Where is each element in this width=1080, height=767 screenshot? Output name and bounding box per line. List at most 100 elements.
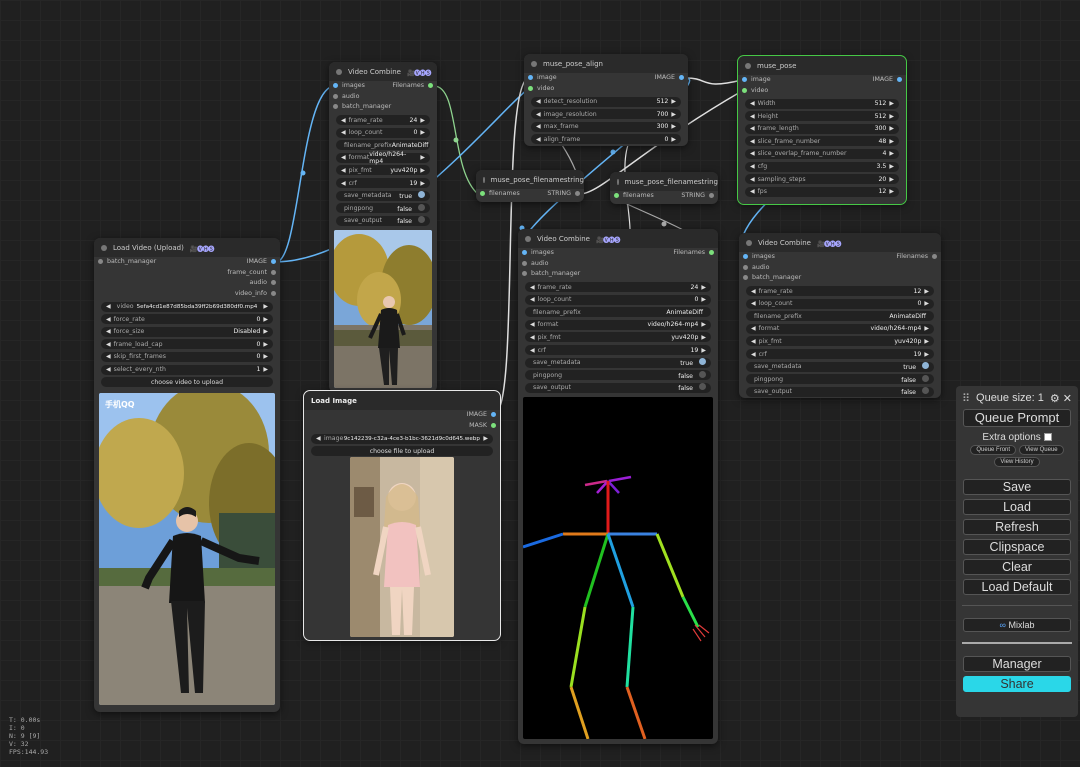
node-filenamestring-1[interactable]: muse_pose_filenamestring filenames STRING xyxy=(476,170,584,202)
mixlab-button[interactable]: ∞ Mixlab xyxy=(963,618,1071,632)
choose-file-upload-button[interactable]: choose file to upload xyxy=(311,446,493,457)
widget-crf[interactable]: ◀ crf 19 ▶ xyxy=(336,178,430,189)
drag-handle-icon[interactable]: ⠿ xyxy=(962,392,970,405)
widget-image[interactable]: ◀ image 9c142239-c32a-4ce3-b1bc-3621d9c0d6… xyxy=(311,433,493,444)
toggle-pingpong[interactable]: pingpong false xyxy=(525,370,711,381)
widget-frame-rate[interactable]: ◀ frame_rate 24 ▶ xyxy=(336,115,430,126)
widget-fps[interactable]: ◀ fps 12 ▶ xyxy=(745,186,899,197)
node-title-bar[interactable]: muse_pose xyxy=(738,56,906,75)
input-slot-image[interactable] xyxy=(528,75,533,80)
widget-skip-first-frames[interactable]: ◀ skip_first_frames 0 ▶ xyxy=(101,351,273,362)
widget-max-frame[interactable]: ◀ max_frame 300 ▶ xyxy=(531,121,681,132)
node-muse-pose-align[interactable]: muse_pose_align image IMAGE video ◀ detect… xyxy=(524,54,688,146)
collapse-dot-icon[interactable] xyxy=(483,176,485,183)
widget-frame-load-cap[interactable]: ◀ frame_load_cap 0 ▶ xyxy=(101,339,273,350)
widget-force-rate[interactable]: ◀ force_rate 0 ▶ xyxy=(101,314,273,325)
widget-format[interactable]: ◀ format video/h264-mp4 ▶ xyxy=(746,323,934,334)
node-filenamestring-2[interactable]: muse_pose_filenamestring filenames STRING xyxy=(610,172,718,204)
toggle-pingpong[interactable]: pingpong false xyxy=(336,203,430,214)
view-queue-button[interactable]: View Queue xyxy=(1019,445,1064,455)
node-load-video[interactable]: Load Video (Upload) 🎥🅥🅗🅢 batch_manager IM… xyxy=(94,238,280,712)
widget-sampling-steps[interactable]: ◀ sampling_steps 20 ▶ xyxy=(745,174,899,185)
input-slot-video[interactable] xyxy=(528,85,533,91)
input-slot-batch-manager[interactable] xyxy=(98,259,103,264)
widget-frame-rate[interactable]: ◀ frame_rate 12 ▶ xyxy=(746,286,934,297)
manager-button[interactable]: Manager xyxy=(963,656,1071,672)
node-load-image[interactable]: Load Image IMAGE MASK ◀ image 9c142239-c32… xyxy=(303,390,501,641)
widget-loop-count[interactable]: ◀ loop_count 0 ▶ xyxy=(746,298,934,309)
collapse-dot-icon[interactable] xyxy=(531,60,537,67)
output-slot-image[interactable] xyxy=(271,259,276,264)
settings-gear-icon[interactable]: ⚙ xyxy=(1050,393,1060,405)
input-slot-batch-manager[interactable] xyxy=(522,271,527,276)
toggle-save-metadata[interactable]: save_metadata true xyxy=(746,361,934,372)
output-slot-audio[interactable] xyxy=(271,280,276,285)
widget-pix-fmt[interactable]: ◀ pix_fmt yuv420p ▶ xyxy=(525,332,711,343)
widget-loop-count[interactable]: ◀ loop_count 0 ▶ xyxy=(336,127,430,138)
input-slot-image[interactable] xyxy=(742,77,747,82)
input-slot-audio[interactable] xyxy=(333,93,338,99)
clear-button[interactable]: Clear xyxy=(963,559,1071,575)
extra-options-checkbox[interactable] xyxy=(1043,433,1052,442)
collapse-dot-icon[interactable] xyxy=(617,178,619,185)
node-title-bar[interactable]: muse_pose_align xyxy=(524,54,688,73)
output-slot-filenames[interactable] xyxy=(428,83,433,88)
output-slot-video-info[interactable] xyxy=(271,290,276,296)
refresh-button[interactable]: Refresh xyxy=(963,519,1071,535)
output-slot-image[interactable] xyxy=(491,412,496,417)
toggle-save-metadata[interactable]: save_metadata true xyxy=(525,357,711,368)
node-title-bar[interactable]: Video Combine 🎥🅥🅗🅢 xyxy=(739,233,941,252)
widget-force-size[interactable]: ◀ force_size Disabled ▶ xyxy=(101,326,273,337)
share-button[interactable]: Share xyxy=(963,676,1071,692)
input-slot-batch-manager[interactable] xyxy=(743,275,748,280)
widget-filename-prefix[interactable]: filename_prefix AnimateDiff xyxy=(336,140,430,151)
widget-format[interactable]: ◀ format video/h264-mp4 ▶ xyxy=(336,151,430,165)
node-title-bar[interactable]: Video Combine 🎥🅥🅗🅢 xyxy=(518,229,718,248)
widget-filename-prefix[interactable]: filename_prefix AnimateDiff xyxy=(746,311,934,322)
widget-video[interactable]: ◀ video 5efa4cd1e87d85bda39ff2b69d380df0.m… xyxy=(101,301,273,312)
collapse-dot-icon[interactable] xyxy=(746,239,752,246)
widget-slice-frame-number[interactable]: ◀ slice_frame_number 48 ▶ xyxy=(745,136,899,147)
output-slot-string[interactable] xyxy=(709,193,714,198)
node-title-bar[interactable]: Video Combine 🎥🅥🅗🅢 xyxy=(329,62,437,81)
widget-crf[interactable]: ◀ crf 19 ▶ xyxy=(525,345,711,356)
widget-cfg[interactable]: ◀ cfg 3.5 ▶ xyxy=(745,161,899,172)
toggle-save-output[interactable]: save_output false xyxy=(746,386,934,397)
save-button[interactable]: Save xyxy=(963,479,1071,495)
collapse-dot-icon[interactable] xyxy=(525,235,531,242)
input-slot-audio[interactable] xyxy=(743,264,748,270)
node-title-bar[interactable]: muse_pose_filenamestring xyxy=(476,170,584,189)
input-slot-filenames[interactable] xyxy=(614,193,619,198)
input-slot-batch-manager[interactable] xyxy=(333,104,338,109)
widget-detect-resolution[interactable]: ◀ detect_resolution 512 ▶ xyxy=(531,96,681,107)
widget-height[interactable]: ◀ Height 512 ▶ xyxy=(745,111,899,122)
widget-align-frame[interactable]: ◀ align_frame 0 ▶ xyxy=(531,134,681,145)
widget-frame-length[interactable]: ◀ frame_length 300 ▶ xyxy=(745,123,899,134)
queue-prompt-button[interactable]: Queue Prompt xyxy=(963,409,1071,427)
output-slot-image[interactable] xyxy=(679,75,684,80)
input-slot-images[interactable] xyxy=(522,250,527,255)
node-video-combine-3[interactable]: Video Combine 🎥🅥🅗🅢 images Filenames audio… xyxy=(739,233,941,398)
node-title-bar[interactable]: Load Video (Upload) 🎥🅥🅗🅢 xyxy=(94,238,280,257)
output-slot-mask[interactable] xyxy=(491,422,496,428)
output-slot-string[interactable] xyxy=(575,191,580,196)
node-title-bar[interactable]: muse_pose_filenamestring xyxy=(610,172,718,191)
widget-format[interactable]: ◀ format video/h264-mp4 ▶ xyxy=(525,319,711,330)
widget-frame-rate[interactable]: ◀ frame_rate 24 ▶ xyxy=(525,282,711,293)
node-video-combine-2[interactable]: Video Combine 🎥🅥🅗🅢 images Filenames audio… xyxy=(518,229,718,744)
widget-pix-fmt[interactable]: ◀ pix_fmt yuv420p ▶ xyxy=(746,336,934,347)
node-video-combine-1[interactable]: Video Combine 🎥🅥🅗🅢 images Filenames audio… xyxy=(329,62,437,392)
choose-video-upload-button[interactable]: choose video to upload xyxy=(101,377,273,388)
output-slot-image[interactable] xyxy=(897,77,902,82)
output-slot-frame-count[interactable] xyxy=(271,269,276,275)
widget-width[interactable]: ◀ Width 512 ▶ xyxy=(745,98,899,109)
load-button[interactable]: Load xyxy=(963,499,1071,515)
input-slot-images[interactable] xyxy=(743,254,748,259)
widget-loop-count[interactable]: ◀ loop_count 0 ▶ xyxy=(525,294,711,305)
toggle-save-metadata[interactable]: save_metadata true xyxy=(336,190,430,201)
collapse-dot-icon[interactable] xyxy=(101,244,107,251)
widget-crf[interactable]: ◀ crf 19 ▶ xyxy=(746,349,934,360)
view-history-button[interactable]: View History xyxy=(994,457,1040,467)
toggle-save-output[interactable]: save_output false xyxy=(525,382,711,393)
widget-select-every-nth[interactable]: ◀ select_every_nth 1 ▶ xyxy=(101,364,273,375)
